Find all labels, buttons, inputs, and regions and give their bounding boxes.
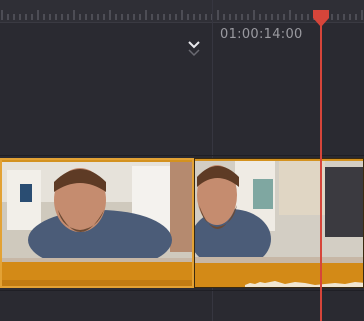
timeline-panel[interactable]: 01:00:14:00 xyxy=(0,0,364,321)
clip-thumbnails xyxy=(195,161,363,265)
audio-waveform xyxy=(2,262,192,286)
playhead[interactable] xyxy=(320,12,322,321)
audio-track-divider xyxy=(0,290,364,291)
video-track-divider xyxy=(0,155,364,156)
playhead-marker-icon[interactable] xyxy=(312,10,330,28)
interview-clip-2[interactable] xyxy=(194,158,364,288)
ruler-ticks xyxy=(1,10,363,20)
timecode-ruler[interactable] xyxy=(0,0,364,23)
video-thumbnail xyxy=(2,162,192,266)
audio-waveform xyxy=(195,263,363,287)
chevron-down-icon[interactable] xyxy=(186,38,202,60)
video-thumbnail xyxy=(195,161,363,265)
interview-clip-1[interactable] xyxy=(0,158,194,288)
clip-thumbnails xyxy=(2,162,192,266)
timecode-label: 01:00:14:00 xyxy=(220,27,303,42)
